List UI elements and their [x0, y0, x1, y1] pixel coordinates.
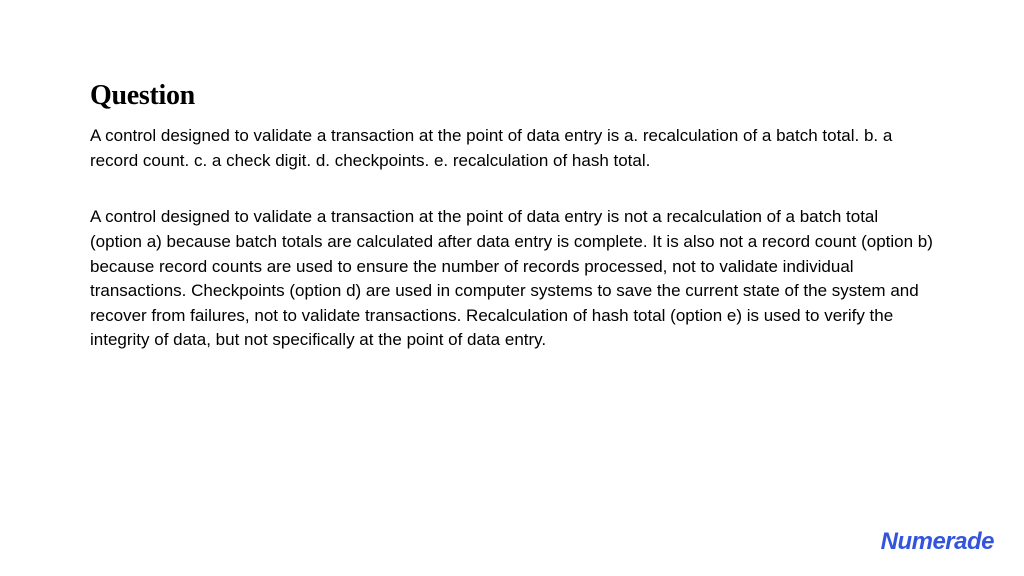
brand-logo: Numerade [881, 528, 994, 556]
question-text: A control designed to validate a transac… [90, 124, 934, 173]
question-heading: Question [90, 80, 934, 112]
answer-text: A control designed to validate a transac… [90, 205, 934, 353]
